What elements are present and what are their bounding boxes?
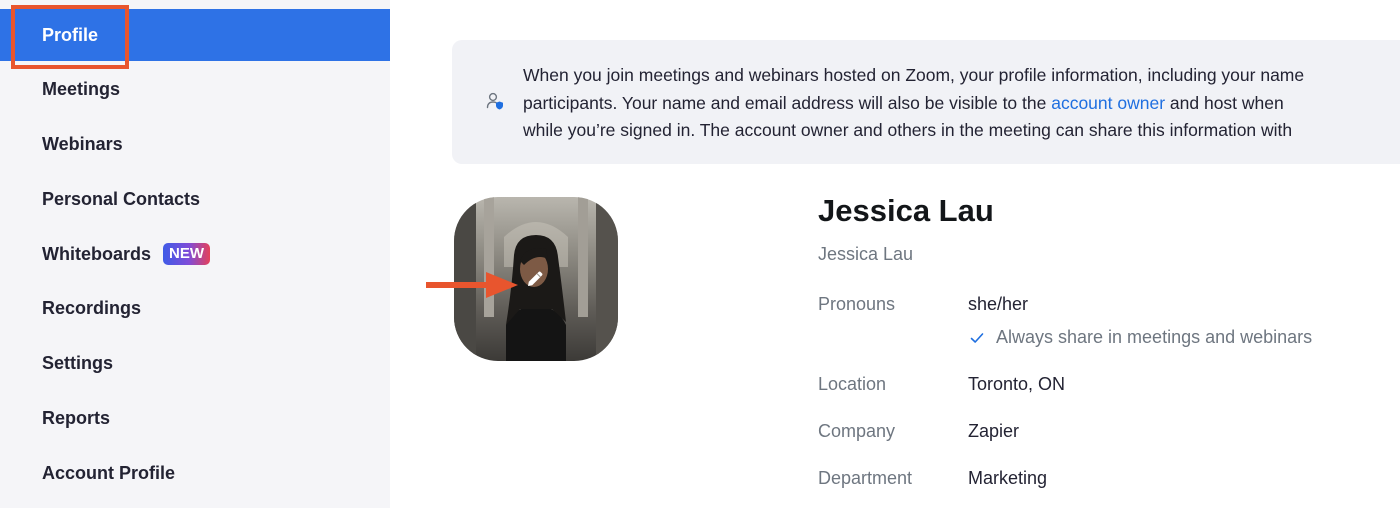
- location-value: Toronto, ON: [968, 374, 1066, 394]
- sidebar-item-label: Webinars: [42, 133, 123, 154]
- pointer-arrow: [426, 272, 518, 298]
- location-label: Location: [818, 374, 887, 394]
- sidebar-item-label: Whiteboards: [42, 243, 152, 264]
- department-value: Marketing: [968, 468, 1048, 488]
- privacy-notice-text: When you join meetings and webinars host…: [523, 62, 1400, 145]
- notice-line: participants. Your name and email addres…: [523, 90, 1400, 118]
- notice-line: When you join meetings and webinars host…: [523, 65, 1305, 85]
- sidebar-item-label: Meetings: [42, 78, 121, 99]
- sidebar-item-meetings[interactable]: Meetings: [0, 63, 390, 115]
- sidebar-item-label: Reports: [42, 407, 111, 428]
- pronouns-share-text: Always share in meetings and webinars: [996, 327, 1313, 347]
- check-icon: [970, 332, 984, 343]
- user-privacy-icon: [486, 92, 503, 110]
- sidebar-item-reports[interactable]: Reports: [0, 392, 390, 444]
- sidebar-item-account-profile[interactable]: Account Profile: [0, 447, 390, 499]
- notice-text-segment: participants. Your name and email addres…: [523, 92, 1052, 113]
- sidebar-item-label: Account Profile: [42, 462, 176, 483]
- sidebar-item-whiteboards[interactable]: Whiteboards NEW: [0, 228, 390, 280]
- company-value: Zapier: [968, 421, 1020, 441]
- sidebar-item-personal-contacts[interactable]: Personal Contacts: [0, 173, 390, 225]
- sidebar-item-label: Profile: [42, 24, 99, 45]
- pencil-icon[interactable]: [524, 268, 546, 290]
- notice-line: while you’re signed in. The account owne…: [523, 120, 1293, 140]
- pronouns-label: Pronouns: [818, 294, 896, 314]
- sidebar-item-label: Recordings: [42, 297, 142, 318]
- new-badge: NEW: [163, 243, 211, 265]
- department-label: Department: [818, 468, 913, 488]
- sidebar-item-label: Settings: [42, 352, 114, 373]
- sidebar-item-profile[interactable]: Profile: [0, 9, 390, 61]
- sidebar-item-settings[interactable]: Settings: [0, 337, 390, 389]
- profile-name: Jessica Lau: [818, 193, 994, 228]
- sidebar-item-webinars[interactable]: Webinars: [0, 118, 390, 170]
- pronouns-value: she/her: [968, 294, 1029, 314]
- pronouns-share-setting: Always share in meetings and webinars: [970, 327, 1312, 348]
- profile-display-name: Jessica Lau: [818, 244, 914, 264]
- account-owner-link[interactable]: account owner: [1051, 93, 1165, 113]
- notice-text-segment: and host when: [1165, 92, 1284, 113]
- sidebar-item-label: Personal Contacts: [42, 188, 201, 209]
- company-label: Company: [818, 421, 896, 441]
- sidebar: Profile Meetings Webinars Personal Conta…: [0, 0, 390, 508]
- sidebar-item-recordings[interactable]: Recordings: [0, 282, 390, 334]
- privacy-notice: When you join meetings and webinars host…: [452, 40, 1400, 164]
